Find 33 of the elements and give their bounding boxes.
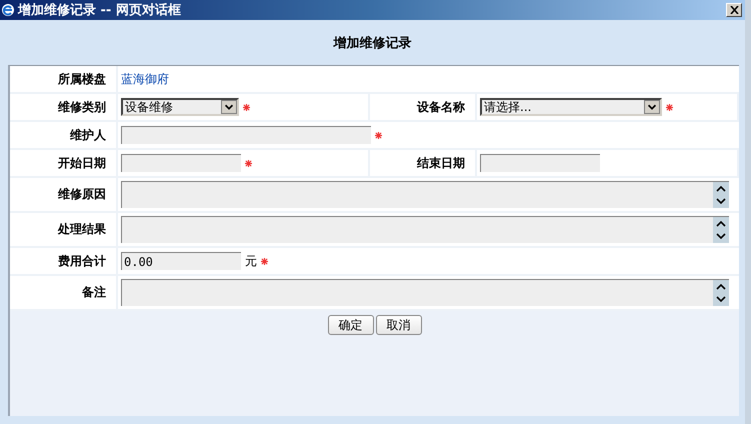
field-label: 开始日期 — [10, 150, 118, 176]
caret-icon — [644, 100, 660, 114]
text-area[interactable] — [121, 181, 729, 208]
field-label: 设备名称 — [370, 94, 477, 120]
input-field[interactable] — [480, 154, 600, 172]
field-label: 结束日期 — [370, 150, 477, 176]
text-area[interactable] — [121, 279, 729, 306]
window-title: 增加维修记录 -- 网页对话框 — [18, 2, 182, 19]
select-field[interactable]: 请选择... — [480, 98, 662, 116]
field-label: 备注 — [10, 276, 118, 309]
close-button[interactable] — [726, 3, 742, 17]
field-label: 所属楼盘 — [10, 66, 118, 92]
unit-label: 元 — [245, 252, 257, 270]
dialog-button[interactable]: 取消 — [376, 315, 422, 335]
dialog-button[interactable]: 确定 — [328, 315, 374, 335]
field-label: 维修类别 — [10, 94, 118, 120]
text-area[interactable] — [121, 216, 729, 243]
field-label: 维护人 — [10, 122, 118, 148]
field-label: 处理结果 — [10, 213, 118, 246]
form-heading: 增加维修记录 — [332, 34, 412, 53]
browser-icon — [1, 3, 15, 17]
field-label: 费用合计 — [10, 248, 118, 274]
spin-icon — [713, 217, 729, 243]
close-icon — [730, 6, 738, 14]
input-field[interactable]: 0.00 — [121, 252, 241, 270]
field-label: 维修原因 — [10, 178, 118, 211]
caret-icon — [221, 100, 237, 114]
input-field[interactable] — [121, 126, 371, 144]
spin-icon — [713, 182, 729, 208]
link[interactable]: 蓝海御府 — [121, 70, 169, 88]
input-field[interactable] — [121, 154, 241, 172]
select-field[interactable]: 设备维修 — [121, 98, 239, 116]
spin-icon — [713, 280, 729, 306]
